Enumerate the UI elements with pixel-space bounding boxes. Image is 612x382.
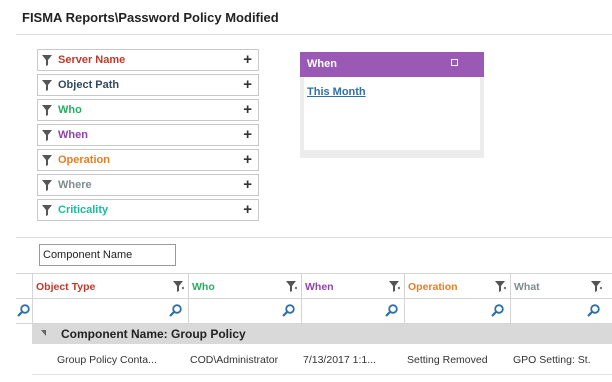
grid-filter-row — [16, 299, 612, 324]
filter-label: When — [58, 129, 88, 141]
cell-who: COD\Administrator — [190, 354, 279, 366]
funnel-icon — [42, 105, 52, 116]
column-header-who[interactable]: Who — [188, 274, 301, 299]
plus-icon[interactable]: + — [243, 51, 252, 69]
filter-object-path[interactable]: Object Path + — [37, 74, 259, 96]
group-by-label: Component Name — [43, 249, 133, 261]
filter-cell[interactable] — [510, 299, 606, 323]
page-title: FISMA Reports\Password Policy Modified — [22, 10, 279, 25]
filter-label: Who — [58, 104, 82, 116]
search-icon[interactable] — [169, 304, 182, 317]
filter-label: Criticality — [58, 204, 109, 216]
search-icon[interactable] — [282, 304, 295, 317]
plus-icon[interactable]: + — [243, 101, 252, 119]
filter-label: Operation — [58, 154, 110, 166]
filter-cell[interactable] — [301, 299, 404, 323]
when-panel-body: This Month — [304, 77, 480, 150]
plus-icon[interactable]: + — [243, 151, 252, 169]
filter-label: Where — [58, 179, 92, 191]
column-filter-icon[interactable] — [591, 281, 602, 292]
plus-icon[interactable]: + — [243, 176, 252, 194]
header-spacer — [16, 274, 32, 299]
funnel-icon — [42, 155, 52, 166]
funnel-icon — [42, 130, 52, 141]
table-row[interactable]: Group Policy Conta... COD\Administrator … — [32, 345, 612, 375]
filter-who[interactable]: Who + — [37, 99, 259, 121]
column-filter-icon[interactable] — [389, 281, 400, 292]
search-icon[interactable] — [491, 304, 504, 317]
filter-when[interactable]: When + — [37, 124, 259, 146]
divider — [16, 237, 612, 238]
funnel-icon — [42, 205, 52, 216]
group-row-label: Component Name: Group Policy — [61, 327, 246, 341]
plus-icon[interactable]: + — [243, 201, 252, 219]
filter-label: Object Path — [58, 79, 120, 91]
filter-server-name[interactable]: Server Name + — [37, 49, 259, 71]
funnel-icon — [42, 180, 52, 191]
divider — [16, 34, 612, 35]
plus-icon[interactable]: + — [243, 76, 252, 94]
column-header-label: Operation — [408, 281, 458, 293]
column-header-label: Object Type — [36, 281, 96, 293]
column-header-label: What — [514, 281, 540, 293]
when-panel-header: When — [300, 52, 484, 77]
search-icon[interactable] — [385, 304, 398, 317]
column-header-object-type[interactable]: Object Type — [32, 274, 188, 299]
group-by-field[interactable]: Component Name — [39, 244, 176, 266]
grid-header-row: Object Type Who When Operation What — [16, 273, 612, 299]
column-header-label: When — [305, 281, 334, 293]
filter-cell[interactable] — [32, 299, 188, 323]
cell-object-type: Group Policy Conta... — [57, 354, 157, 366]
column-filter-icon[interactable] — [286, 281, 297, 292]
column-header-what[interactable]: What — [510, 274, 606, 299]
plus-icon[interactable]: + — [243, 126, 252, 144]
column-header-operation[interactable]: Operation — [404, 274, 510, 299]
funnel-icon — [42, 55, 52, 66]
filter-where[interactable]: Where + — [37, 174, 259, 196]
filter-cell[interactable] — [16, 299, 32, 323]
when-panel: When This Month — [300, 52, 484, 158]
column-header-when[interactable]: When — [301, 274, 404, 299]
group-row[interactable]: Component Name: Group Policy — [32, 324, 612, 344]
column-filter-icon[interactable] — [173, 281, 184, 292]
column-filter-icon[interactable] — [495, 281, 506, 292]
filter-cell[interactable] — [188, 299, 301, 323]
search-icon[interactable] — [17, 304, 30, 317]
funnel-icon — [42, 80, 52, 91]
search-icon[interactable] — [587, 304, 600, 317]
results-grid: Object Type Who When Operation What Comp… — [16, 273, 612, 379]
cell-what: GPO Setting: St. — [513, 354, 591, 366]
collapse-icon[interactable] — [41, 330, 46, 336]
cell-when: 7/13/2017 1:1... — [303, 354, 376, 366]
cell-operation: Setting Removed — [407, 354, 488, 366]
close-icon[interactable] — [451, 59, 458, 66]
filter-cell[interactable] — [404, 299, 510, 323]
column-header-label: Who — [192, 281, 215, 293]
when-panel-title: When — [307, 58, 337, 70]
filter-list: Server Name + Object Path + Who + When +… — [37, 49, 259, 224]
filter-label: Server Name — [58, 54, 126, 66]
this-month-link[interactable]: This Month — [307, 86, 366, 98]
filter-criticality[interactable]: Criticality + — [37, 199, 259, 221]
filter-operation[interactable]: Operation + — [37, 149, 259, 171]
